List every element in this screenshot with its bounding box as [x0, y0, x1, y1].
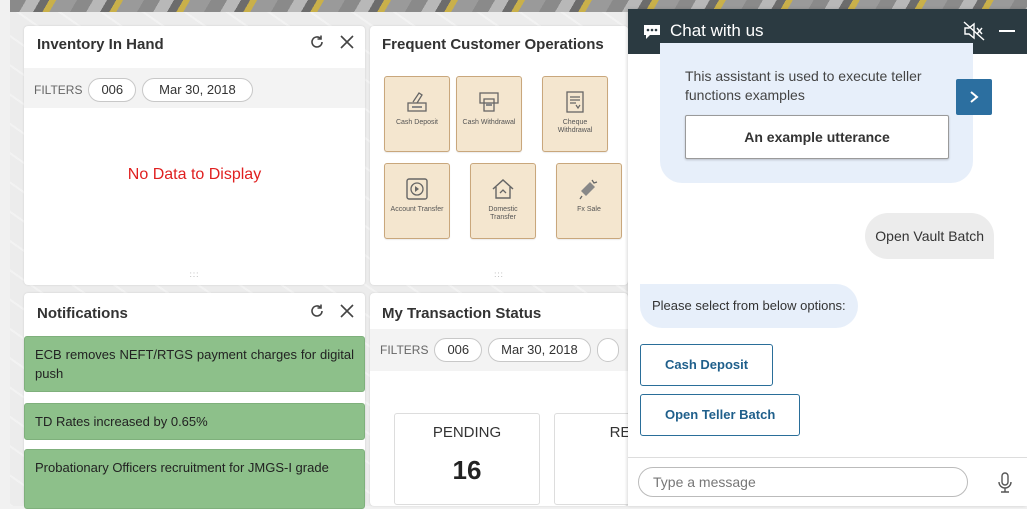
transaction-status-title: My Transaction Status — [382, 305, 542, 322]
tile-label: Fx Sale — [577, 206, 601, 213]
notification-item[interactable]: ECB removes NEFT/RTGS payment charges fo… — [24, 336, 365, 392]
tile-cash-withdrawal[interactable]: Cash Withdrawal — [456, 76, 522, 152]
notifications-card: Notifications ECB removes NEFT/RTGS paym… — [24, 293, 365, 509]
operations-card: Frequent Customer Operations Cash Deposi… — [370, 26, 628, 285]
chat-bubble-icon — [644, 25, 660, 39]
transaction-filters: FILTERS 006 Mar 30, 2018 — [380, 338, 619, 362]
cash-withdrawal-icon — [479, 92, 499, 112]
fx-sale-icon — [579, 179, 598, 200]
domestic-transfer-icon — [492, 178, 514, 199]
tile-label: Account Transfer — [390, 206, 444, 213]
filters-label: FILTERS — [34, 83, 83, 97]
status-pending[interactable]: PENDING 16 — [394, 413, 540, 505]
option-open-teller-batch-button[interactable]: Open Teller Batch — [640, 394, 801, 436]
tile-label: Cash Deposit — [395, 119, 439, 126]
chat-input-row — [628, 457, 1027, 506]
branch-filter[interactable]: 006 — [88, 78, 137, 102]
notification-item[interactable]: TD Rates increased by 0.65% — [24, 403, 365, 440]
transaction-status-card: My Transaction Status FILTERS 006 Mar 30… — [370, 293, 666, 506]
notifications-title: Notifications — [37, 305, 128, 322]
tile-cash-deposit[interactable]: Cash Deposit — [384, 76, 450, 152]
notifications-actions — [307, 301, 357, 321]
filters-label: FILTERS — [380, 343, 429, 357]
minimize-icon[interactable] — [999, 30, 1015, 32]
chat-title: Chat with us — [670, 21, 764, 40]
cash-deposit-icon — [407, 92, 427, 112]
inventory-title: Inventory In Hand — [37, 36, 164, 53]
date-filter[interactable]: Mar 30, 2018 — [488, 338, 591, 362]
chevron-right-icon — [970, 91, 979, 103]
resize-grip-icon[interactable]: ::: — [494, 270, 504, 279]
close-icon[interactable] — [337, 301, 357, 321]
assistant-card: This assistant is used to execute teller… — [660, 43, 973, 183]
close-icon[interactable] — [337, 32, 357, 52]
inventory-actions — [307, 32, 357, 52]
tile-label: Domestic Transfer — [488, 206, 518, 221]
user-message: Open Vault Batch — [865, 213, 994, 259]
notification-item[interactable]: Probationary Officers recruitment for JM… — [24, 449, 365, 509]
branch-filter[interactable]: 006 — [434, 338, 483, 362]
no-data-message: No Data to Display — [127, 166, 262, 183]
inventory-filters: FILTERS 006 Mar 30, 2018 — [34, 78, 253, 102]
next-card-button[interactable] — [956, 79, 992, 115]
resize-grip-icon[interactable]: ::: — [190, 270, 200, 279]
refresh-icon[interactable] — [307, 301, 327, 321]
assistant-description: This assistant is used to execute teller… — [685, 68, 922, 103]
bot-message: Please select from below options: — [640, 284, 858, 328]
tile-fx-sale[interactable]: Fx Sale — [556, 163, 622, 239]
operations-title: Frequent Customer Operations — [382, 36, 604, 53]
refresh-icon[interactable] — [307, 32, 327, 52]
status-label: PENDING — [432, 424, 502, 441]
chat-panel: Chat with us This assistant is used to e… — [628, 9, 1027, 506]
more-filter[interactable] — [596, 338, 619, 362]
date-filter[interactable]: Mar 30, 2018 — [142, 78, 253, 102]
tile-label: Cash Withdrawal — [462, 119, 516, 126]
tile-label: Cheque Withdrawal — [557, 119, 593, 134]
option-cash-deposit-button[interactable]: Cash Deposit — [640, 344, 774, 386]
inventory-card: Inventory In Hand FILTERS 006 Mar 30, 20… — [24, 26, 365, 285]
tile-cheque-withdrawal[interactable]: Cheque Withdrawal — [542, 76, 608, 152]
tile-account-transfer[interactable]: Account Transfer — [384, 163, 450, 239]
cheque-withdrawal-icon — [566, 91, 584, 113]
status-count: 16 — [452, 455, 482, 485]
speaker-muted-icon[interactable] — [963, 21, 985, 41]
example-utterance-button[interactable]: An example utterance — [685, 115, 949, 159]
microphone-icon[interactable] — [997, 472, 1013, 494]
tile-domestic-transfer[interactable]: Domestic Transfer — [470, 163, 536, 239]
message-input[interactable] — [638, 467, 968, 497]
account-transfer-icon — [406, 178, 428, 200]
